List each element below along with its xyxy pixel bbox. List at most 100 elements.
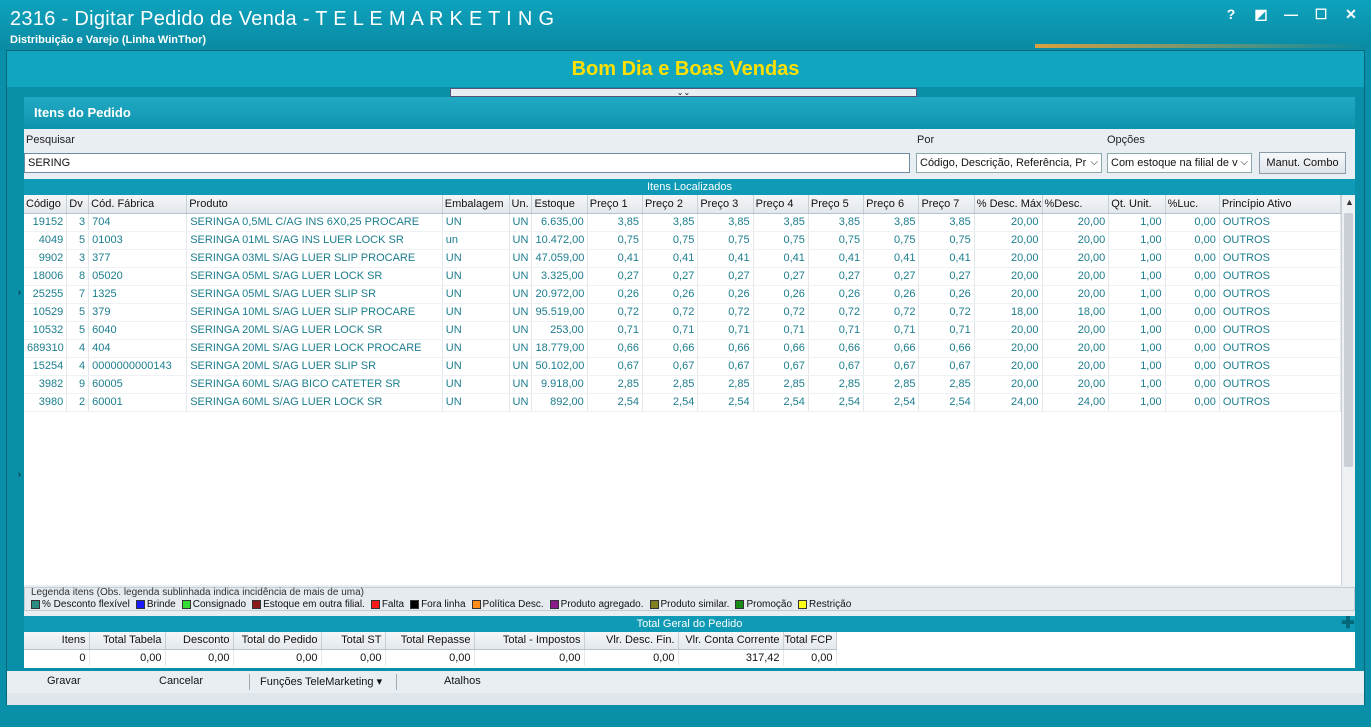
table-cell: 0,72 bbox=[697, 303, 754, 322]
column-header[interactable]: Preço 7 bbox=[918, 195, 975, 214]
column-header[interactable]: Princípio Ativo bbox=[1219, 195, 1342, 214]
table-cell: 1,00 bbox=[1108, 339, 1166, 358]
totals-column-header: Total FCP bbox=[783, 632, 837, 650]
legend-label: % Desconto flexível bbox=[42, 599, 130, 610]
table-cell: 18.779,00 bbox=[531, 339, 588, 358]
minimize-icon[interactable]: — bbox=[1283, 6, 1299, 23]
table-cell: 0,66 bbox=[753, 339, 809, 358]
legend-label: Brinde bbox=[146, 599, 176, 610]
add-icon[interactable]: ✚ bbox=[1341, 616, 1355, 632]
collapse-handle[interactable]: ⌄⌄ bbox=[450, 88, 917, 97]
table-cell: 0,26 bbox=[918, 285, 975, 304]
help-icon[interactable]: ? bbox=[1223, 6, 1239, 23]
column-header[interactable]: Preço 3 bbox=[697, 195, 754, 214]
table-cell: 0,71 bbox=[863, 321, 920, 340]
column-header[interactable]: Preço 6 bbox=[863, 195, 920, 214]
table-row[interactable]: 10532 5 6040 SERINGA 20ML S/AG LUER LOCK SR… bbox=[24, 321, 1342, 340]
table-cell: 8 bbox=[66, 267, 90, 286]
table-cell: 0,00 bbox=[1165, 321, 1220, 340]
table-cell: 20,00 bbox=[974, 357, 1043, 376]
greeting-banner: Bom Dia e Boas Vendas bbox=[7, 51, 1364, 87]
table-cell: 0,71 bbox=[697, 321, 754, 340]
table-cell: 20,00 bbox=[1042, 357, 1110, 376]
column-header[interactable]: % Desc. Máx bbox=[974, 195, 1043, 214]
table-cell: 20,00 bbox=[1042, 339, 1110, 358]
chevron-down-icon: ⌵ bbox=[1240, 157, 1248, 168]
column-header[interactable]: Preço 1 bbox=[587, 195, 644, 214]
table-row[interactable]: 25255 7 1325 SERINGA 05ML S/AG LUER SLIP SR… bbox=[24, 285, 1342, 304]
totals-column-header: Vlr. Desc. Fin. bbox=[584, 632, 679, 650]
totals-value: 0,00 bbox=[321, 649, 386, 666]
table-cell: 3,85 bbox=[642, 213, 699, 232]
funcoes-telemarketing-button[interactable]: Funções TeleMarketing ▾ bbox=[260, 675, 382, 688]
restore-icon[interactable]: ◩ bbox=[1253, 6, 1269, 23]
column-header[interactable]: Preço 5 bbox=[808, 195, 865, 214]
table-row[interactable]: 4049 5 01003 SERINGA 01ML S/AG INS LUER LOC… bbox=[24, 231, 1342, 250]
close-icon[interactable]: ✕ bbox=[1343, 6, 1359, 23]
column-header[interactable]: Cód. Fábrica bbox=[88, 195, 188, 214]
table-cell: 0,75 bbox=[753, 231, 809, 250]
table-cell: 0,67 bbox=[587, 357, 644, 376]
table-row[interactable]: 18006 8 05020 SERINGA 05ML S/AG LUER LOCK S… bbox=[24, 267, 1342, 286]
maximize-icon[interactable]: ☐ bbox=[1313, 6, 1329, 23]
totals-title: Total Geral do Pedido bbox=[24, 616, 1355, 632]
table-cell: 0,67 bbox=[697, 357, 754, 376]
table-cell: 0,26 bbox=[753, 285, 809, 304]
table-cell: OUTROS bbox=[1219, 285, 1342, 304]
table-cell: UN bbox=[442, 321, 510, 340]
table-cell: 689310 bbox=[24, 339, 68, 358]
column-header[interactable]: Código bbox=[24, 195, 68, 214]
legend-item: Promoção bbox=[735, 599, 792, 610]
totals-column-header: Total Repasse bbox=[385, 632, 475, 650]
scroll-up-icon[interactable]: ▲ bbox=[1345, 197, 1354, 207]
grid-scrollbar[interactable]: ▲ bbox=[1341, 195, 1355, 585]
opcoes-select[interactable]: Com estoque na filial de v ⌵ bbox=[1107, 153, 1252, 173]
table-cell: 0,27 bbox=[697, 267, 754, 286]
column-header[interactable]: Dv bbox=[66, 195, 90, 214]
manut-combo-button[interactable]: Manut. Combo bbox=[1259, 152, 1346, 174]
table-cell: 2,85 bbox=[808, 375, 865, 394]
column-header[interactable]: Embalagem bbox=[442, 195, 510, 214]
table-cell: 0,41 bbox=[587, 249, 644, 268]
expand-left-icon[interactable]: › bbox=[18, 287, 21, 297]
column-header[interactable]: %Luc. bbox=[1165, 195, 1220, 214]
table-row[interactable]: 9902 3 377 SERINGA 03ML S/AG LUER SLIP PROC… bbox=[24, 249, 1342, 268]
column-header[interactable]: Estoque bbox=[531, 195, 588, 214]
table-cell: 0,67 bbox=[642, 357, 699, 376]
table-cell: OUTROS bbox=[1219, 375, 1342, 394]
totals-column-header: Total Tabela bbox=[89, 632, 166, 650]
table-cell: 1,00 bbox=[1108, 213, 1166, 232]
table-row[interactable]: 19152 3 704 SERINGA 0,5ML C/AG INS 6X0,25 P… bbox=[24, 213, 1342, 232]
table-row[interactable]: 3982 9 60005 SERINGA 60ML S/AG BICO CATETER… bbox=[24, 375, 1342, 394]
gravar-button[interactable]: Gravar bbox=[47, 675, 81, 687]
search-input[interactable]: SERING bbox=[24, 153, 910, 173]
table-row[interactable]: 15254 4 0000000000143 SERINGA 20ML S/AG LUE… bbox=[24, 357, 1342, 376]
table-cell: 4049 bbox=[24, 231, 68, 250]
table-cell: 3,85 bbox=[808, 213, 865, 232]
table-cell: UN bbox=[509, 339, 533, 358]
column-header[interactable]: Produto bbox=[186, 195, 443, 214]
column-header[interactable]: Qt. Unit. bbox=[1108, 195, 1166, 214]
table-cell: 0,67 bbox=[918, 357, 975, 376]
por-select[interactable]: Código, Descrição, Referência, Pr ⌵ bbox=[916, 153, 1102, 173]
table-cell: 20,00 bbox=[974, 339, 1043, 358]
table-cell: 0,41 bbox=[753, 249, 809, 268]
table-cell: 0,41 bbox=[918, 249, 975, 268]
table-row[interactable]: 3980 2 60001 SERINGA 60ML S/AG LUER LOCK SR… bbox=[24, 393, 1342, 412]
scroll-thumb[interactable] bbox=[1344, 213, 1353, 467]
expand-left-bottom-icon[interactable]: › bbox=[18, 469, 21, 479]
legend-swatch bbox=[31, 599, 40, 609]
column-header[interactable]: Preço 4 bbox=[753, 195, 809, 214]
table-row[interactable]: 10529 5 379 SERINGA 10ML S/AG LUER SLIP PRO… bbox=[24, 303, 1342, 322]
legend-item: Estoque em outra filial. bbox=[252, 599, 365, 610]
table-cell: 0,66 bbox=[918, 339, 975, 358]
column-header[interactable]: Preço 2 bbox=[642, 195, 699, 214]
legend-item: Brinde bbox=[135, 599, 176, 610]
column-header[interactable]: Un. bbox=[509, 195, 533, 214]
table-row[interactable]: 689310 4 404 SERINGA 20ML S/AG LUER LOCK PR… bbox=[24, 339, 1342, 358]
column-header[interactable]: %Desc. bbox=[1042, 195, 1110, 214]
bottom-toolbar: Gravar Cancelar Funções TeleMarketing ▾ … bbox=[7, 671, 1364, 693]
cancelar-button[interactable]: Cancelar bbox=[159, 675, 203, 687]
atalhos-button[interactable]: Atalhos bbox=[444, 675, 481, 687]
table-cell: 0,00 bbox=[1165, 393, 1220, 412]
